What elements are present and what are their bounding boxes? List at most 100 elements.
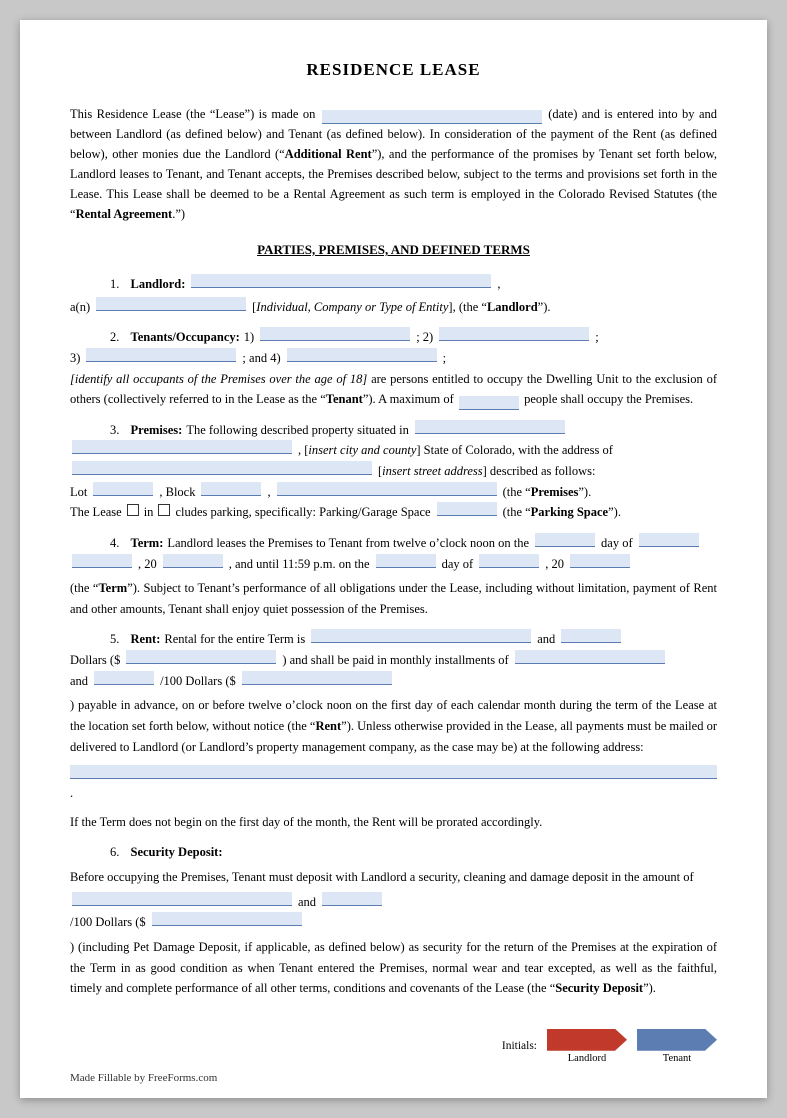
term-text4: day of [442,554,474,575]
term-bold: Term [98,581,127,595]
parking-end: (the “Parking Space”). [503,502,621,523]
term-start-day-field[interactable] [535,533,595,547]
term-num: 4. [110,533,119,554]
rent-line3: and /100 Dollars ($ ) payable in advance… [70,671,717,758]
premises-label-end: (the “Premises”). [503,482,592,503]
tenant2-field[interactable] [439,327,589,341]
tenants-line1: 2. Tenants/Occupancy: 1) ; 2) ; [70,327,717,348]
term-text5: , 20 [545,554,564,575]
premises-address-field[interactable] [72,461,372,475]
premises-desc-field[interactable] [277,482,497,496]
rent-line1: 5. Rent: Rental for the entire Term is a… [70,629,717,650]
max-occupants-field[interactable] [459,396,519,410]
tenant1-field[interactable] [260,327,410,341]
landlord-section: 1. Landlord: , a(n) [Individual, Company… [70,274,717,317]
security-text1: Before occupying the Premises, Tenant mu… [70,867,694,888]
tenant4-sep: ; and 4) [242,348,280,369]
landlord-line1: 1. Landlord: , [70,274,717,295]
in-label: in [144,502,154,523]
rent-section: 5. Rent: Rental for the entire Term is a… [70,629,717,832]
rent-monthly-cents-field[interactable] [94,671,154,685]
excludes-checkbox[interactable] [158,504,170,516]
security-words-field[interactable] [72,892,292,906]
tenant2-sep: ; 2) [416,327,433,348]
term-text3: , and until 11:59 p.m. on the [229,554,370,575]
landlord-name-field[interactable] [191,274,491,288]
tenant4-field[interactable] [287,348,437,362]
includes-checkbox[interactable] [127,504,139,516]
date-field[interactable] [322,110,542,124]
rent-label: Rent: [131,629,161,650]
term-line2: , 20 , and until 11:59 p.m. on the day o… [70,554,717,620]
rent-words-field[interactable] [311,629,531,643]
tenants-section: 2. Tenants/Occupancy: 1) ; 2) ; 3) ; and… [70,327,717,410]
premises-lot-field[interactable] [93,482,153,496]
landlord-num: 1. [110,274,119,295]
premises-label: Premises: [131,420,183,441]
intro-text1: This Residence Lease (the “Lease”) is ma… [70,107,315,121]
landlord-entity-type: Individual, Company or Type of Entity [256,300,448,314]
security-amount-field[interactable] [152,912,302,926]
rent-text4: ) and shall be paid in monthly installme… [282,650,508,671]
rent-monthly-words-field[interactable] [515,650,665,664]
rent-monthly-amount-field[interactable] [242,671,392,685]
rent-and: and [537,629,555,650]
intro-paragraph: This Residence Lease (the “Lease”) is ma… [70,104,717,224]
security-section: 6. Security Deposit: Before occupying th… [70,842,717,998]
tenant-initials-btn[interactable] [637,1029,717,1051]
tenant-initials-box: Tenant [637,1029,717,1064]
premises-line2: , [insert city and county] State of Colo… [70,440,717,461]
prorate-line: If the Term does not begin on the first … [70,812,717,833]
term-end-year-field[interactable] [570,554,630,568]
tenant-initials-label: Tenant [663,1053,691,1064]
premises-bold: Premises [531,485,579,499]
rent-line2: Dollars ($ ) and shall be paid in monthl… [70,650,717,671]
premises-text2: , [insert city and county] State of Colo… [298,440,613,461]
premises-city-county-italic: insert city and county [308,443,416,457]
tenants-num: 2. [110,327,119,348]
term-label: Term: [131,533,164,554]
term-end-month-field[interactable] [479,554,539,568]
security-line1: 6. Security Deposit: Before occupying th… [70,842,717,912]
document-page: RESIDENCE LEASE This Residence Lease (th… [20,20,767,1098]
intro-text2: (date) and is entered into by and betwee… [70,107,717,221]
term-start-year2-field[interactable] [163,554,223,568]
premises-city-field[interactable] [415,420,565,434]
tenant4-end: ; [443,348,446,369]
security-text4: ) (including Pet Damage Deposit, if appl… [70,937,717,999]
premises-num: 3. [110,420,119,441]
parking-text1: The Lease [70,502,122,523]
tenants-italic-note: [identify all occupants of the Premises … [70,372,367,386]
rent-cents-field[interactable] [561,629,621,643]
term-start-year-field[interactable] [72,554,132,568]
premises-block-field[interactable] [201,482,261,496]
security-and: and [298,892,316,913]
premises-text1: The following described property situate… [186,420,409,441]
landlord-entity-field[interactable] [96,297,246,311]
tenants-text8: people shall occupy the Premises. [524,392,693,406]
security-dollars: /100 Dollars ($ [70,912,146,933]
tenant3-field[interactable] [86,348,236,362]
rent-num: 5. [110,629,119,650]
security-cents-field[interactable] [322,892,382,906]
term-end-day-field[interactable] [376,554,436,568]
premises-line1: 3. Premises: The following described pro… [70,420,717,441]
prorate-text: If the Term does not begin on the first … [70,815,542,829]
premises-comma: , [267,482,270,503]
rent-address-field[interactable] [70,765,717,779]
landlord-initials-box: Landlord [547,1029,627,1064]
security-label: Security Deposit: [131,842,223,863]
premises-text3: [insert street address] described as fol… [378,461,595,482]
tenants-label: Tenants/Occupancy: [131,327,240,348]
parking-line: The Lease in cludes parking, specificall… [70,502,717,523]
rent-amount-field[interactable] [126,650,276,664]
parking-space-field[interactable] [437,502,497,516]
landlord-label: Landlord: [131,274,186,295]
rent-text7: ) payable in advance, on or before twelv… [70,695,717,757]
landlord-initials-btn[interactable] [547,1029,627,1051]
term-paren: (the “Term”). Subject to Tenant’s perfor… [70,578,717,619]
initials-row: Initials: Landlord Tenant [502,1029,717,1064]
premises-county-field[interactable] [72,440,292,454]
footer: Initials: Landlord Tenant [70,1029,717,1068]
term-start-month-field[interactable] [639,533,699,547]
